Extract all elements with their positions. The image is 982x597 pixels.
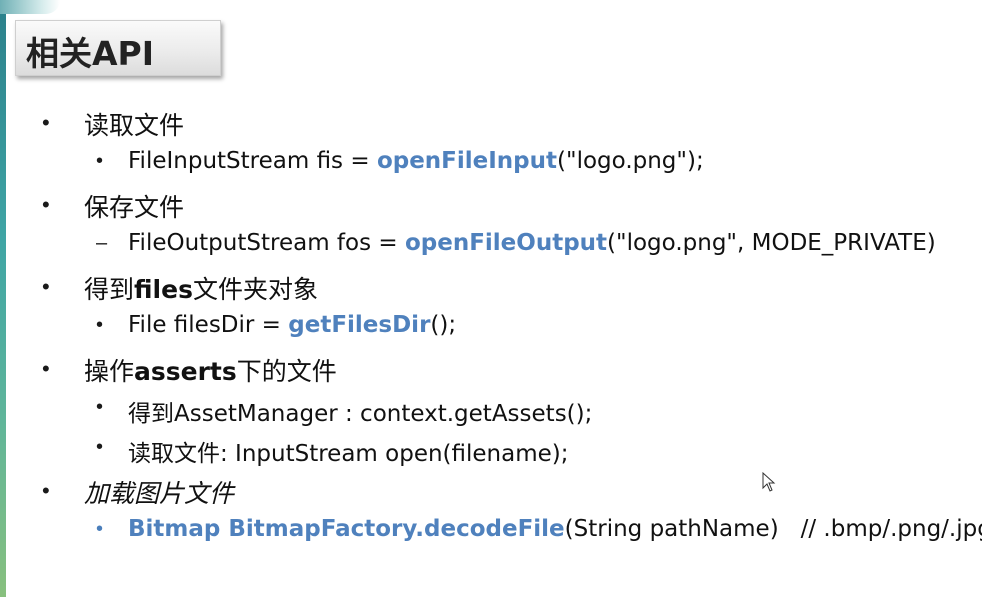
cn-text: 得到: [128, 401, 174, 427]
code-line: 读取文件: InputStream open(filename);: [128, 434, 569, 468]
label-pre: 操作: [84, 357, 135, 386]
label-pre: 得到: [84, 275, 135, 304]
sub-bullet: •: [96, 314, 104, 336]
sub-bullet: •: [96, 150, 104, 172]
item-label: 操作asserts下的文件: [84, 352, 337, 388]
code-suffix: ("logo.png", MODE_PRIVATE): [607, 230, 936, 256]
method-name: Bitmap BitmapFactory.decodeFile: [128, 516, 565, 542]
code-line: 得到AssetManager : context.getAssets();: [128, 394, 592, 428]
code-line: FileInputStream fis = openFileInput("log…: [128, 148, 704, 174]
code-text: : InputStream open(filename);: [220, 441, 569, 467]
item-label: 加载图片文件: [84, 479, 235, 508]
label-bold: files: [134, 275, 193, 304]
sub-bullet: •: [96, 436, 104, 458]
bullet: •: [42, 192, 50, 217]
slide: 相关API • 读取文件 • FileInputStream fis = ope…: [0, 0, 982, 597]
title-box: 相关API: [15, 20, 221, 76]
bullet: •: [42, 274, 50, 299]
left-accent-bar: [0, 0, 6, 597]
method-name: getFilesDir: [288, 312, 431, 338]
code-line: Bitmap BitmapFactory.decodeFile(String p…: [128, 516, 982, 542]
method-name: openFileInput: [376, 148, 558, 174]
code-line: FileOutputStream fos = openFileOutput("l…: [128, 230, 936, 256]
bullet: •: [42, 110, 50, 135]
top-corner-decoration: [0, 0, 60, 14]
code-suffix: ();: [430, 312, 457, 338]
item-label: 得到files文件夹对象: [84, 270, 318, 306]
bullet: •: [42, 356, 50, 381]
method-name: openFileOutput: [404, 230, 608, 256]
item-label: 保存文件: [84, 193, 185, 222]
cn-text: 读取文件: [128, 441, 220, 467]
sub-bullet: •: [96, 396, 104, 418]
code-line: File filesDir = getFilesDir();: [128, 312, 456, 338]
slide-title: 相关API: [26, 34, 155, 73]
code-text: AssetManager : context.getAssets();: [174, 401, 593, 427]
bullet: •: [42, 478, 50, 503]
mouse-pointer-icon: [762, 472, 776, 492]
code-suffix: ("logo.png");: [557, 148, 704, 174]
label-post: 文件夹对象: [192, 275, 318, 304]
code-prefix: FileInputStream fis =: [128, 148, 377, 174]
label-post: 下的文件: [236, 357, 337, 386]
sub-bullet: •: [96, 518, 104, 540]
label-bold: asserts: [134, 357, 237, 386]
item-label: 读取文件: [84, 111, 185, 140]
code-prefix: FileOutputStream fos =: [128, 230, 405, 256]
code-prefix: File filesDir =: [128, 312, 289, 338]
sub-bullet-dash: –: [96, 232, 108, 254]
code-suffix: (String pathName) // .bmp/.png/.jpg: [564, 516, 982, 542]
